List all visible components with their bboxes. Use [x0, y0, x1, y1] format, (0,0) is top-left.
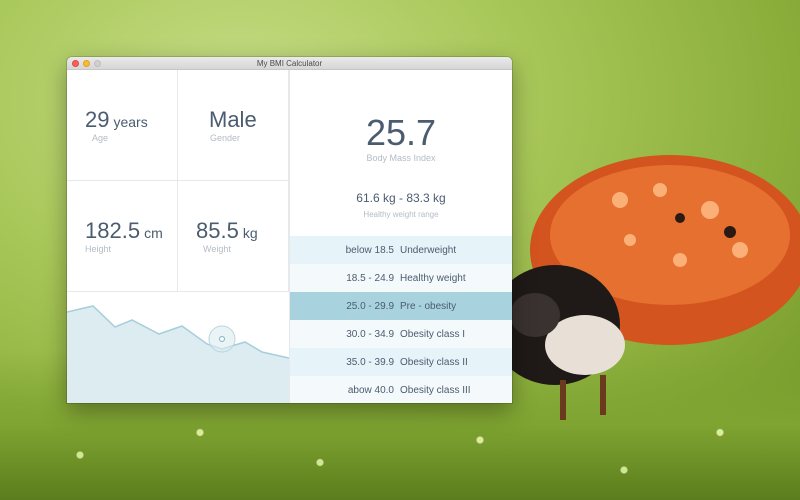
chart-area [67, 306, 289, 403]
category-row-obesity-2: 35.0 - 39.9 Obesity class II [290, 348, 512, 376]
category-range: 25.0 - 29.9 [346, 300, 394, 312]
background-ladybug-image [500, 155, 800, 420]
window-title: My BMI Calculator [256, 59, 323, 68]
close-window-button[interactable] [72, 60, 79, 67]
gender-value: Male [209, 107, 257, 132]
result-panel: 25.7 Body Mass Index 61.6 kg - 83.3 kg H… [289, 70, 512, 403]
chart-selection-point [218, 335, 226, 343]
age-label: Age [92, 133, 109, 143]
category-range: below 18.5 [345, 244, 394, 256]
category-row-obesity-1: 30.0 - 34.9 Obesity class I [290, 320, 512, 348]
weight-label: Weight [203, 244, 231, 254]
bmi-category-table: below 18.5 Underweight 18.5 - 24.9 Healt… [290, 236, 512, 403]
height-label: Height [85, 244, 112, 254]
bmi-label: Body Mass Index [366, 153, 436, 163]
gender-label: Gender [210, 133, 241, 143]
age-value-wrap: 29 years [85, 107, 148, 133]
category-range: 30.0 - 34.9 [346, 328, 394, 340]
app-content: 29 years Age Male Gender 182.5 cm Height 8… [67, 70, 512, 403]
category-row-healthy: 18.5 - 24.9 Healthy weight [290, 264, 512, 292]
minimize-window-button[interactable] [83, 60, 90, 67]
gender-field[interactable]: Male Gender [178, 70, 289, 181]
category-name: Obesity class III [400, 384, 471, 396]
age-value: 29 [85, 107, 110, 132]
height-unit: cm [144, 225, 163, 241]
category-range: 18.5 - 24.9 [346, 272, 394, 284]
height-field[interactable]: 182.5 cm Height [67, 181, 178, 292]
zoom-window-button[interactable] [94, 60, 101, 67]
bmi-value: 25.7 [365, 112, 437, 153]
input-panel: 29 years Age Male Gender 182.5 cm Height 8… [67, 70, 289, 403]
category-range: abow 40.0 [347, 384, 394, 396]
category-name: Obesity class II [400, 356, 468, 368]
category-name: Healthy weight [400, 272, 466, 284]
height-value-wrap: 182.5 cm [85, 218, 163, 244]
app-window: My BMI Calculator 29 years Age Male Gende… [67, 57, 512, 403]
gender-value-wrap: Male [209, 107, 257, 133]
weight-unit: kg [242, 225, 258, 241]
bmi-history-chart [67, 305, 289, 403]
healthy-range-label: Healthy weight range [363, 210, 439, 219]
category-row-pre-obesity: 25.0 - 29.9 Pre - obesity [290, 292, 512, 320]
category-range: 35.0 - 39.9 [346, 356, 394, 368]
category-row-obesity-3: abow 40.0 Obesity class III [290, 376, 512, 403]
category-name: Underweight [400, 244, 457, 256]
weight-field[interactable]: 85.5 kg Weight [178, 181, 289, 292]
window-controls [72, 60, 101, 67]
age-field[interactable]: 29 years Age [67, 70, 178, 181]
healthy-range-value: 61.6 kg - 83.3 kg [356, 191, 446, 205]
category-name: Pre - obesity [400, 300, 457, 312]
category-name: Obesity class I [400, 328, 466, 340]
category-row-underweight: below 18.5 Underweight [290, 236, 512, 264]
title-bar: My BMI Calculator [67, 57, 512, 70]
height-value: 182.5 [85, 218, 141, 243]
weight-value-wrap: 85.5 kg [196, 218, 258, 244]
age-unit: years [113, 114, 148, 130]
weight-value: 85.5 [196, 218, 239, 243]
